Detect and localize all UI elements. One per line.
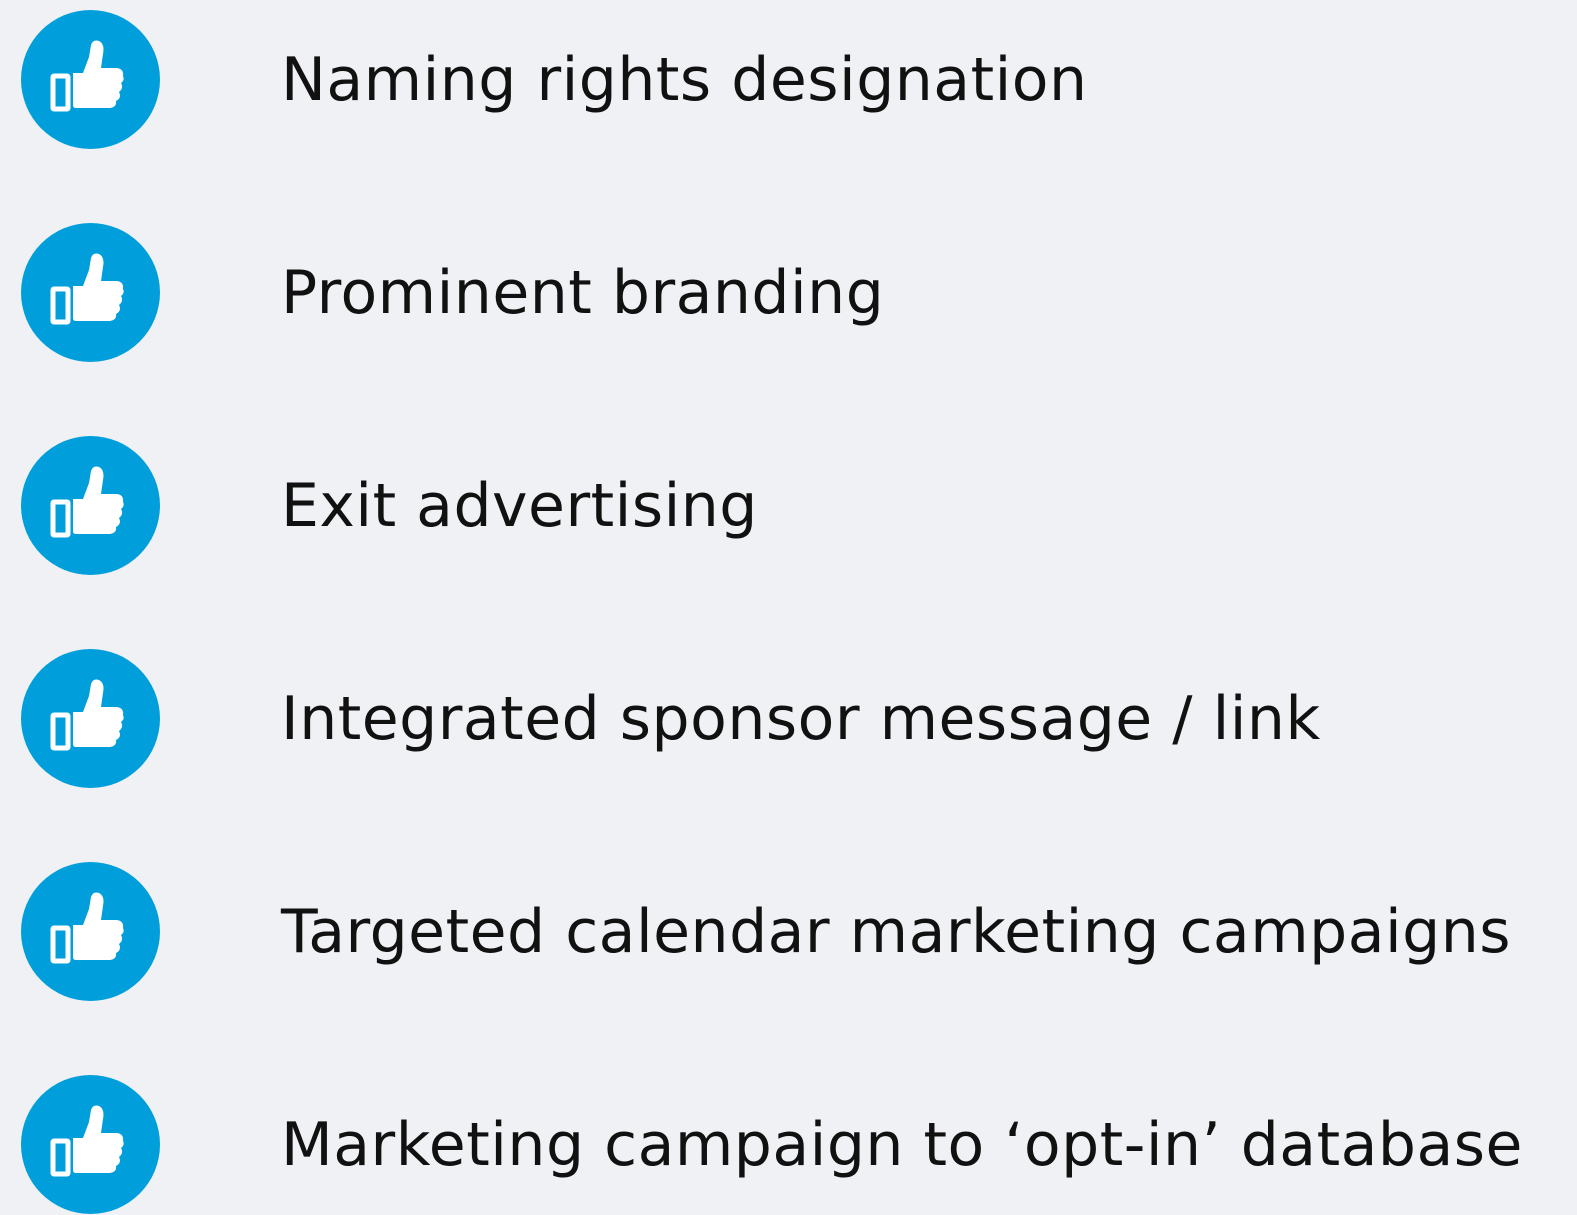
benefits-list: Naming rights designation Prominent bran… (0, 0, 1577, 1214)
benefit-label: Marketing campaign to ‘opt-in’ database (281, 1110, 1523, 1180)
thumbs-up-badge (21, 223, 160, 362)
benefit-item: Exit advertising (0, 436, 1577, 576)
benefit-item: Naming rights designation (0, 10, 1577, 150)
benefit-item: Marketing campaign to ‘opt-in’ database (0, 1075, 1577, 1215)
thumbs-up-icon (50, 466, 124, 538)
benefit-label: Prominent branding (281, 258, 885, 328)
thumbs-up-badge (21, 649, 160, 788)
thumbs-up-badge (21, 862, 160, 1001)
thumbs-up-badge (21, 436, 160, 575)
thumbs-up-icon (50, 1105, 124, 1177)
thumbs-up-icon (50, 253, 124, 325)
thumbs-up-icon (50, 40, 124, 112)
benefit-label: Naming rights designation (281, 45, 1088, 115)
benefit-item: Targeted calendar marketing campaigns (0, 862, 1577, 1002)
benefit-label: Integrated sponsor message / link (281, 684, 1321, 754)
thumbs-up-badge (21, 10, 160, 149)
benefit-item: Prominent branding (0, 223, 1577, 363)
benefit-label: Exit advertising (281, 471, 758, 541)
benefit-label: Targeted calendar marketing campaigns (281, 897, 1512, 967)
thumbs-up-icon (50, 892, 124, 964)
thumbs-up-icon (50, 679, 124, 751)
benefit-item: Integrated sponsor message / link (0, 649, 1577, 789)
thumbs-up-badge (21, 1075, 160, 1214)
